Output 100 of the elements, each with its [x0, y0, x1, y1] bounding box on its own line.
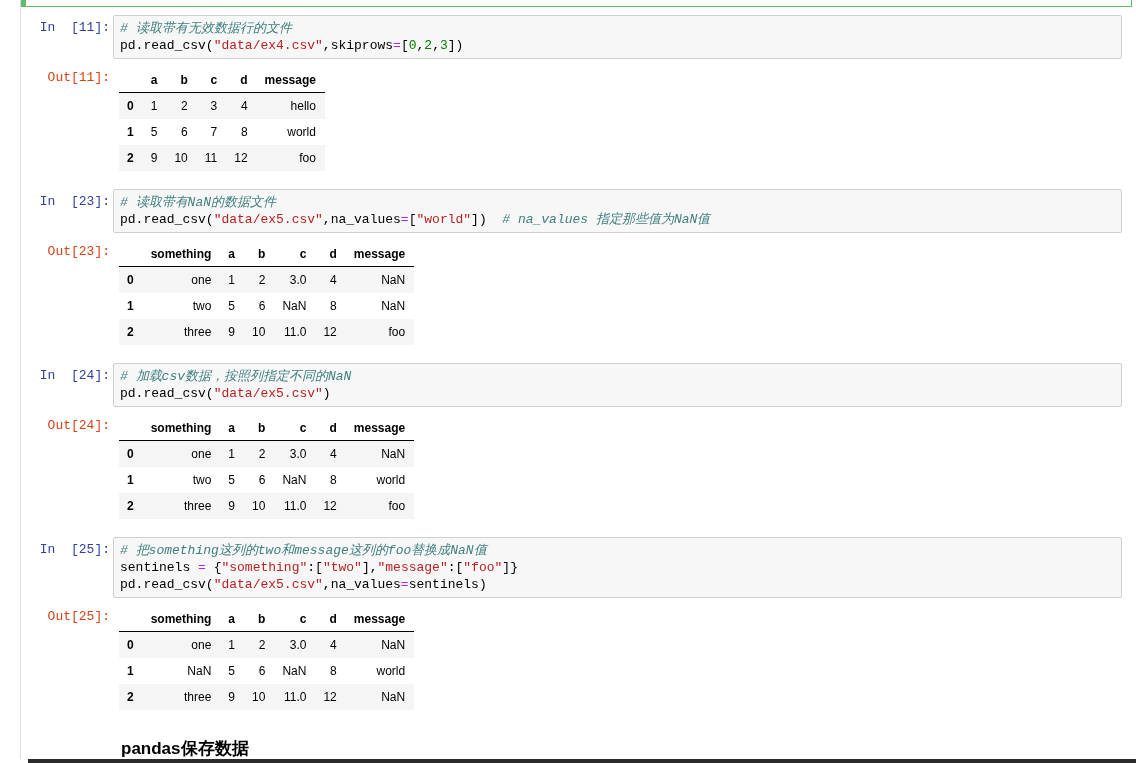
- code-line: # 读取带有无效数据行的文件: [120, 20, 294, 37]
- input-prompt: In [25]:: [38, 541, 111, 557]
- table-cell: 3.0: [274, 266, 316, 293]
- table-cell: 6: [244, 658, 275, 684]
- table-cell: NaN: [345, 293, 415, 319]
- row-index: 0: [119, 266, 143, 293]
- code-line: pd.read_csv("data/ex5.csv",na_values=sentinels): [120, 576, 488, 593]
- table-cell: NaN: [345, 440, 415, 467]
- column-header: c: [274, 606, 316, 632]
- column-header: something: [142, 415, 221, 441]
- column-header: d: [315, 606, 346, 632]
- table-cell: 8: [226, 119, 257, 145]
- table-cell: 12: [226, 145, 257, 171]
- table-cell: 3.0: [274, 631, 316, 658]
- table-cell: 11.0: [274, 684, 316, 710]
- table-cell: 1: [142, 92, 167, 119]
- column-header: a: [142, 67, 167, 93]
- table-cell: 10: [244, 319, 275, 345]
- table-cell: world: [256, 119, 325, 145]
- column-header: message: [345, 241, 415, 267]
- table-cell: three: [142, 684, 221, 710]
- table-cell: NaN: [345, 266, 415, 293]
- table-cell: 10: [166, 145, 197, 171]
- column-header: message: [345, 415, 415, 441]
- output-prompt: Out[23]:: [46, 243, 111, 259]
- row-index: 1: [119, 293, 143, 319]
- output-prompt: Out[11]:: [46, 69, 111, 85]
- row-index: 1: [119, 658, 143, 684]
- column-header: d: [226, 67, 257, 93]
- code-input[interactable]: # 加载csv数据，按照列指定不同的NaN pd.read_csv("data/ex5.csv"): [113, 363, 1122, 407]
- table-cell: 9: [220, 493, 245, 519]
- table-cell: 2: [244, 631, 275, 658]
- previous-cell[interactable]: [21, 0, 1132, 7]
- row-index: 2: [119, 493, 143, 519]
- table-cell: 9: [220, 319, 245, 345]
- table-cell: foo: [256, 145, 325, 171]
- table-cell: 8: [315, 467, 346, 493]
- table-cell: NaN: [274, 467, 316, 493]
- input-prompt: In [11]:: [38, 19, 111, 35]
- table-cell: one: [142, 266, 221, 293]
- input-prompt: In [24]:: [38, 367, 111, 383]
- table-cell: one: [142, 631, 221, 658]
- table-cell: 4: [315, 440, 346, 467]
- table-cell: NaN: [345, 684, 415, 710]
- column-header: b: [166, 67, 197, 93]
- row-index: 1: [119, 467, 143, 493]
- table-cell: world: [345, 658, 415, 684]
- column-header: c: [274, 415, 316, 441]
- table-cell: 10: [244, 493, 275, 519]
- table-cell: hello: [256, 92, 325, 119]
- table-cell: 2: [244, 440, 275, 467]
- table-cell: 6: [244, 293, 275, 319]
- code-line: pd.read_csv("data/ex5.csv"): [120, 385, 332, 402]
- table-cell: NaN: [142, 658, 221, 684]
- column-header: a: [220, 241, 245, 267]
- table-cell: 1: [220, 631, 245, 658]
- table-cell: foo: [345, 493, 415, 519]
- column-header: message: [256, 67, 325, 93]
- table-cell: NaN: [274, 658, 316, 684]
- table-cell: two: [142, 293, 221, 319]
- code-input[interactable]: # 读取带有无效数据行的文件 pd.read_csv("data/ex4.csv",skiprows=[0,2,3]): [113, 15, 1122, 59]
- column-header: d: [315, 241, 346, 267]
- code-line: pd.read_csv("data/ex4.csv",skiprows=[0,2,3]): [120, 37, 465, 54]
- code-line: pd.read_csv("data/ex5.csv",na_values=["world"]) # na_values 指定那些值为NaN值: [120, 211, 713, 228]
- code-input[interactable]: # 把something这列的two和message这列的foo替换成NaN值 sentinels = {"something":["two"],"message":["foo"]} pd.read_csv("data/ex5.csv",na_values=sentinels): [113, 537, 1122, 598]
- table-cell: 8: [315, 293, 346, 319]
- table-cell: 3.0: [274, 440, 316, 467]
- column-header: b: [244, 415, 275, 441]
- table-cell: NaN: [274, 293, 316, 319]
- table-cell: 12: [315, 493, 346, 519]
- output-prompt: Out[24]:: [46, 417, 111, 433]
- column-header: b: [244, 241, 275, 267]
- table-cell: two: [142, 467, 221, 493]
- table-cell: 12: [315, 684, 346, 710]
- table-cell: 11.0: [274, 319, 316, 345]
- input-prompt: In [23]:: [38, 193, 111, 209]
- table-cell: 12: [315, 319, 346, 345]
- section-heading: pandas保存数据: [121, 739, 250, 759]
- table-cell: NaN: [345, 631, 415, 658]
- row-index: 0: [119, 92, 143, 119]
- code-line: sentinels = {"something":["two"],"message":["foo"]}: [120, 559, 519, 576]
- table-cell: 11: [196, 145, 227, 171]
- table-cell: 11.0: [274, 493, 316, 519]
- table-cell: 4: [226, 92, 257, 119]
- column-header: something: [142, 241, 221, 267]
- table-cell: 3: [196, 92, 227, 119]
- table-cell: 4: [315, 266, 346, 293]
- table-cell: foo: [345, 319, 415, 345]
- code-line: # 加载csv数据，按照列指定不同的NaN: [120, 368, 353, 385]
- table-cell: world: [345, 467, 415, 493]
- table-cell: three: [142, 319, 221, 345]
- table-cell: three: [142, 493, 221, 519]
- row-index: 1: [119, 119, 143, 145]
- row-index: 0: [119, 631, 143, 658]
- table-cell: 2: [244, 266, 275, 293]
- table-cell: 9: [220, 684, 245, 710]
- column-header: d: [315, 415, 346, 441]
- table-cell: 1: [220, 266, 245, 293]
- table-cell: one: [142, 440, 221, 467]
- code-input[interactable]: # 读取带有NaN的数据文件 pd.read_csv("data/ex5.csv",na_values=["world"]) # na_values 指定那些值为NaN值: [113, 189, 1122, 233]
